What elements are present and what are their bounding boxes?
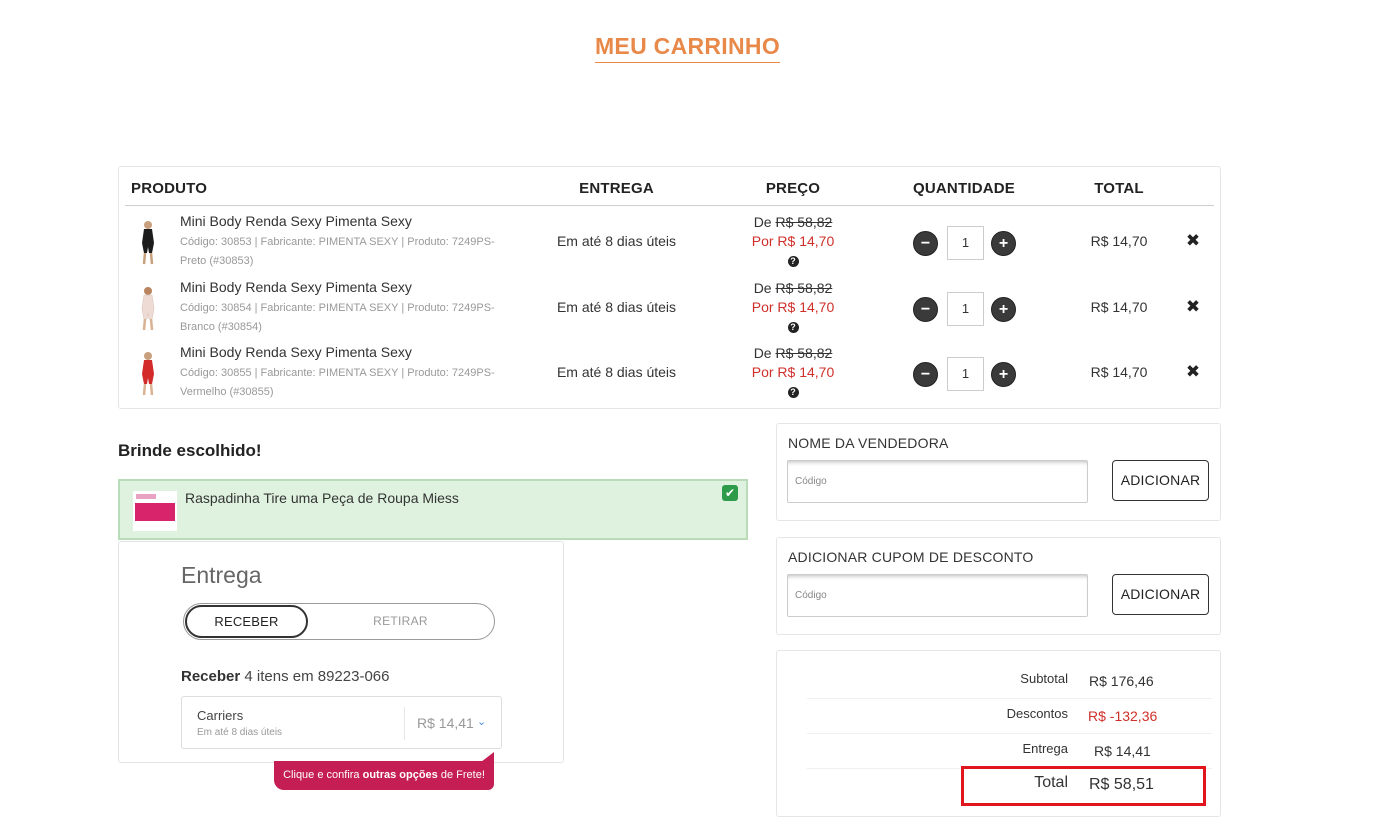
delivery-label: Entrega [1022,741,1068,756]
sale-price: Por R$ 14,70 [751,233,835,249]
table-row: Mini Body Renda Sexy Pimenta Sexy Código… [119,275,1220,340]
cep-value: 89223-066 [317,668,390,685]
decrease-quantity-button[interactable]: − [913,231,938,256]
summary-divider [807,733,1212,734]
page-title-wrap: MEU CARRINHO [0,33,1375,63]
table-row: Mini Body Renda Sexy Pimenta Sexy Código… [119,340,1220,405]
help-icon[interactable]: ? [787,386,799,398]
decrease-quantity-button[interactable]: − [913,362,938,387]
product-thumbnail[interactable] [135,285,161,331]
header-preco: PREÇO [765,180,821,197]
help-icon[interactable]: ? [787,255,799,267]
header-produto: PRODUTO [131,180,208,197]
subtotal-value: R$ 176,46 [1089,673,1154,689]
product-thumbnail[interactable] [135,219,161,265]
delivery-mode-toggle: RECEBER RETIRAR [183,603,495,640]
quantity-input[interactable]: 1 [947,226,984,260]
delivery-time: Em até 8 dias úteis [556,364,677,380]
header-quantidade: QUANTIDADE [913,180,1015,197]
product-details: Código: 30853 | Fabricante: PIMENTA SEXY… [180,236,495,267]
receive-items-text: 4 itens em [240,668,318,685]
brinde-image [133,491,177,531]
chevron-down-icon[interactable]: ⌄ [477,715,486,728]
receive-option-button[interactable]: RECEBER [185,605,308,638]
header-entrega: ENTREGA [579,180,654,197]
delivery-time: Em até 8 dias úteis [556,233,677,249]
add-seller-button[interactable]: ADICIONAR [1112,460,1209,501]
total-highlight-box [961,766,1206,806]
banner-text-bold: outras opções [362,769,438,781]
product-name[interactable]: Mini Body Renda Sexy Pimenta Sexy [180,213,412,229]
carrier-name: Carriers [197,708,244,723]
header-total: TOTAL [1094,180,1144,197]
carrier-price: R$ 14,41 [417,715,474,731]
page-title: MEU CARRINHO [594,33,781,63]
row-total: R$ 14,70 [1090,233,1148,249]
banner-text-pre: Clique e confira [283,769,363,781]
shipping-title: Entrega [181,562,262,588]
price-de-label: De [753,345,776,361]
remove-item-icon[interactable]: ✖ [1185,231,1201,251]
row-total: R$ 14,70 [1090,364,1148,380]
shipping-options-banner[interactable]: Clique e confira outras opções de Frete! [274,761,494,790]
old-price: R$ 58,82 [775,280,833,296]
increase-quantity-button[interactable]: + [991,231,1016,256]
sale-price: Por R$ 14,70 [751,299,835,315]
increase-quantity-button[interactable]: + [991,297,1016,322]
product-thumbnail[interactable] [135,350,161,396]
decrease-quantity-button[interactable]: − [913,297,938,322]
price-cell: De R$ 58,82 Por R$ 14,70 ? [719,344,867,401]
coupon-box: ADICIONAR CUPOM DE DESCONTO Código ADICI… [776,537,1221,635]
order-summary: Subtotal R$ 176,46 Descontos R$ -132,36 … [776,650,1221,817]
discount-value: R$ -132,36 [1088,708,1158,724]
price-cell: De R$ 58,82 Por R$ 14,70 ? [719,213,867,270]
checkbox-checked-icon[interactable]: ✔ [722,485,738,501]
sale-price: Por R$ 14,70 [751,364,835,380]
banner-text-post: de Frete! [437,769,485,781]
carrier-divider [404,707,405,740]
brinde-title: Brinde escolhido! [118,441,262,460]
remove-item-icon[interactable]: ✖ [1185,297,1201,317]
add-coupon-button[interactable]: ADICIONAR [1112,574,1209,615]
brinde-item[interactable]: Raspadinha Tire uma Peça de Roupa Miess … [118,479,748,540]
price-cell: De R$ 58,82 Por R$ 14,70 ? [719,279,867,336]
carrier-select[interactable]: Carriers Em até 8 dias úteis R$ 14,41 ⌄ [181,696,502,749]
table-row: Mini Body Renda Sexy Pimenta Sexy Código… [119,209,1220,274]
seller-code-input[interactable]: Código [787,460,1088,503]
coupon-title: ADICIONAR CUPOM DE DESCONTO [788,549,1034,565]
old-price: R$ 58,82 [775,345,833,361]
seller-title: NOME DA VENDEDORA [788,435,949,451]
subtotal-label: Subtotal [1020,671,1068,686]
product-name[interactable]: Mini Body Renda Sexy Pimenta Sexy [180,279,412,295]
pickup-option-button[interactable]: RETIRAR [334,604,467,639]
price-de-label: De [753,214,776,230]
carrier-eta: Em até 8 dias úteis [197,727,283,738]
cart-table: PRODUTO ENTREGA PREÇO QUANTIDADE TOTAL M… [118,166,1221,409]
price-de-label: De [753,280,776,296]
remove-item-icon[interactable]: ✖ [1185,362,1201,382]
help-icon[interactable]: ? [787,321,799,333]
quantity-input[interactable]: 1 [947,357,984,391]
product-name[interactable]: Mini Body Renda Sexy Pimenta Sexy [180,344,412,360]
product-details: Código: 30855 | Fabricante: PIMENTA SEXY… [180,367,495,398]
shipping-card: Entrega RECEBER RETIRAR Receber 4 itens … [118,541,564,763]
delivery-value: R$ 14,41 [1094,743,1151,759]
old-price: R$ 58,82 [775,214,833,230]
brinde-name: Raspadinha Tire uma Peça de Roupa Miess [185,490,459,506]
receive-label: Receber [181,668,241,685]
delivery-time: Em até 8 dias úteis [556,299,677,315]
row-total: R$ 14,70 [1090,299,1148,315]
discount-label: Descontos [1006,706,1068,721]
product-details: Código: 30854 | Fabricante: PIMENTA SEXY… [180,302,495,333]
seller-code-box: NOME DA VENDEDORA Código ADICIONAR [776,423,1221,521]
quantity-input[interactable]: 1 [947,292,984,326]
header-divider [125,205,1214,206]
receive-summary: Receber 4 itens em 89223-066 [181,668,389,685]
summary-divider [807,698,1212,699]
coupon-code-input[interactable]: Código [787,574,1088,617]
increase-quantity-button[interactable]: + [991,362,1016,387]
